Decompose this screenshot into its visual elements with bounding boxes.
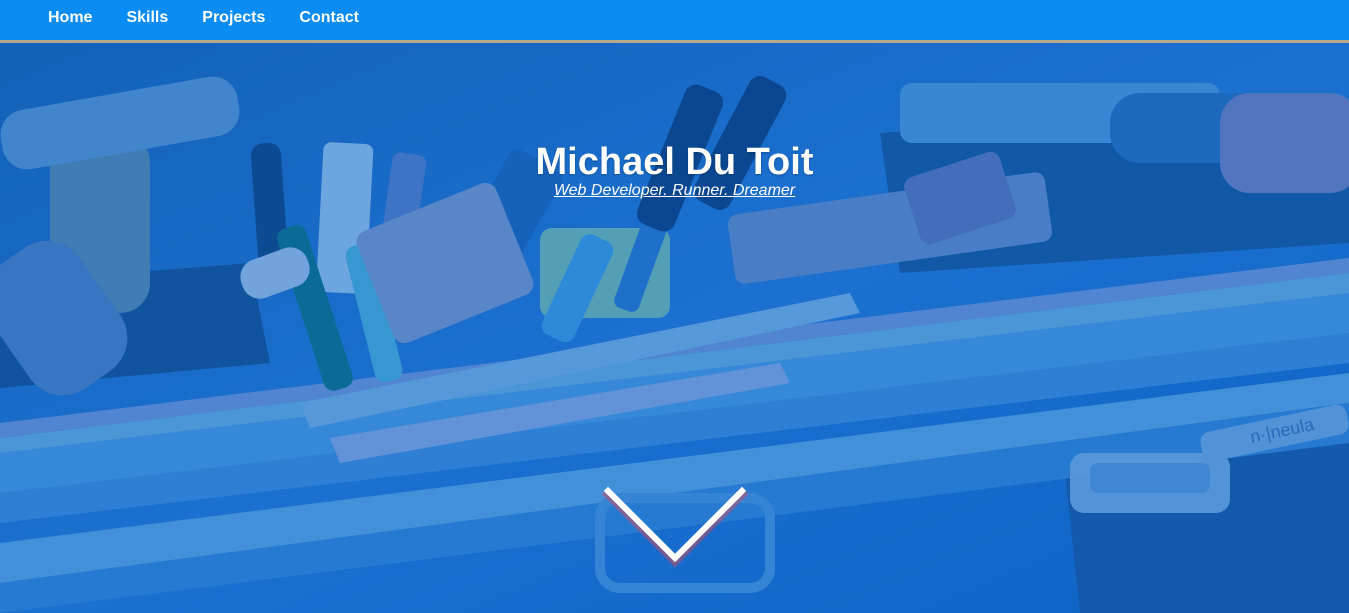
chevron-down-icon[interactable] [600,483,750,573]
nav-link-skills[interactable]: Skills [126,9,168,26]
nav-item-home: Home [48,0,126,40]
nav-item-projects: Projects [202,0,299,40]
hero-subtitle-link[interactable]: Web Developer. Runner. Dreamer [554,182,795,199]
top-navbar: Home Skills Projects Contact [0,0,1349,43]
nav-item-skills: Skills [126,0,202,40]
nav-item-contact: Contact [299,0,393,40]
hero-title: Michael Du Toit [535,141,814,183]
nav-link-contact[interactable]: Contact [299,9,359,26]
hero-section: n·|neula Michael Du Toit Web Developer. … [0,43,1349,613]
nav-link-projects[interactable]: Projects [202,9,265,26]
nav-link-home[interactable]: Home [48,9,92,26]
page: Home Skills Projects Contact n·|neula Mi… [0,0,1349,613]
nav-list: Home Skills Projects Contact [0,0,1349,40]
hero-subtitle: Web Developer. Runner. Dreamer [0,182,1349,200]
